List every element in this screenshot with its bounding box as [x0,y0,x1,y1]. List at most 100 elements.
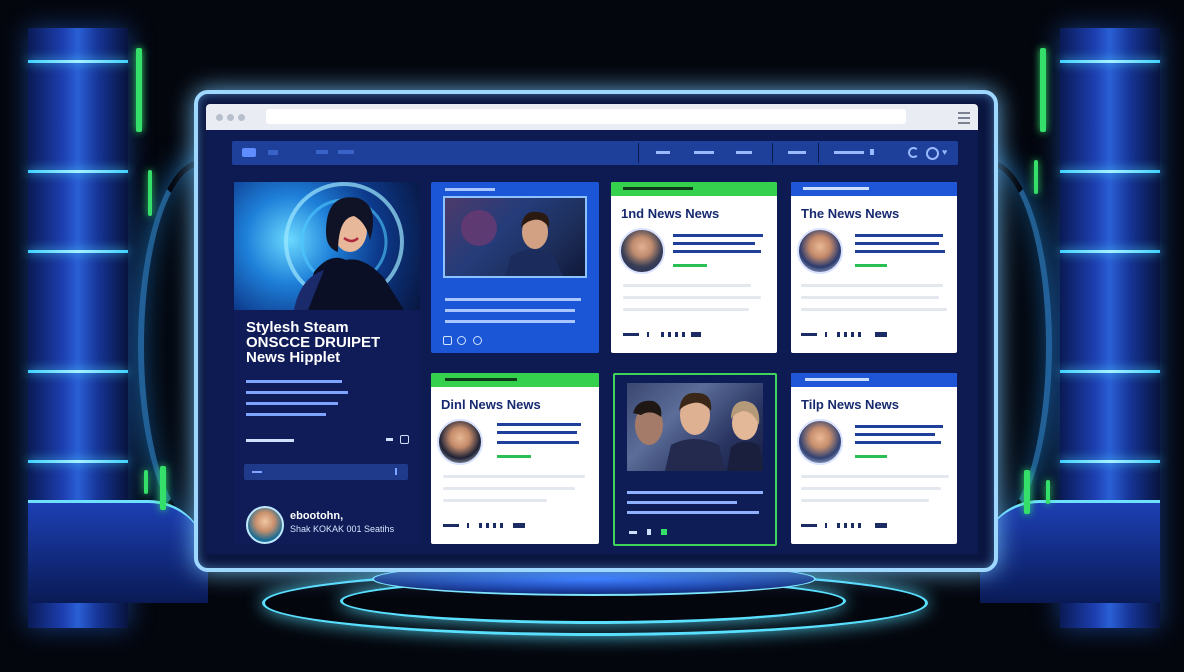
card-footer-meta [479,523,505,528]
card-text-line [855,242,939,245]
share-icon[interactable] [400,435,409,444]
nav-link[interactable] [694,151,714,154]
nav-link[interactable] [834,151,864,154]
share-icon[interactable] [473,336,482,345]
card-category-bar [791,182,957,196]
nav-divider [818,143,819,163]
read-more-link[interactable] [246,439,294,442]
card-footer-meta [825,332,827,337]
hero-title[interactable]: Stylesh Steam ONSCCE DRUIPET News Hipple… [246,320,416,365]
card-text-line [445,320,575,323]
card-text-line [623,284,751,287]
settings-icon[interactable] [926,147,939,160]
card-text-line [623,296,761,299]
card-image [627,383,763,471]
card-text-line [801,475,949,478]
neon-bar [136,48,142,132]
card-footer-meta [875,332,887,337]
card-text-line [801,487,941,490]
nav-link[interactable] [338,150,354,154]
input-text-hint [252,471,262,473]
refresh-icon[interactable] [908,147,919,158]
nav-link[interactable] [316,150,328,154]
hero-text-line [246,391,348,394]
neon-bar [1046,480,1050,504]
nav-link[interactable] [870,149,874,155]
nav-link[interactable] [656,151,670,154]
card-text-line [673,250,761,253]
avatar[interactable] [246,506,284,544]
top-navigation: ♥ [232,141,958,165]
window-dot[interactable] [238,114,245,121]
card-text-line [855,234,943,237]
card-footer-meta [443,524,459,527]
card-tag[interactable] [497,455,531,458]
window-dot[interactable] [216,114,223,121]
pillar-rib [1060,370,1160,373]
card-title[interactable]: The News News [801,206,899,221]
card-text-line [855,441,941,444]
send-icon[interactable] [395,468,402,475]
card-footer-meta [661,529,667,535]
featured-article[interactable]: Stylesh Steam ONSCCE DRUIPET News Hipple… [234,182,420,544]
category-label [805,378,869,381]
card-text-line [627,501,737,504]
nav-link[interactable] [788,151,806,154]
card-text-line [445,298,581,301]
card-footer-meta [513,523,525,528]
card-title[interactable]: Dinl News News [441,397,541,412]
hero-text-line [246,402,338,405]
card-tag[interactable] [673,264,707,267]
card-title[interactable]: Tilp News News [801,397,899,412]
heart-icon[interactable]: ♥ [942,148,947,157]
site-logo[interactable] [242,148,256,157]
card-footer-meta [623,333,639,336]
nav-link[interactable] [268,150,278,155]
card-tag[interactable] [855,264,887,267]
card-tag[interactable] [855,455,887,458]
window-dot[interactable] [227,114,234,121]
news-card[interactable] [431,182,599,353]
card-text-line [497,423,581,426]
card-text-line [855,250,945,253]
card-footer-meta [691,332,701,337]
card-text-line [445,309,575,312]
search-input[interactable] [244,464,408,480]
browser-chrome [206,104,978,130]
nav-link[interactable] [736,151,752,154]
pillar-rib [28,370,128,373]
avatar [437,419,483,465]
news-card[interactable]: Dinl News News [431,373,599,544]
card-text-line [623,308,749,311]
avatar [619,228,665,274]
card-title[interactable]: 1nd News News [621,206,719,221]
bookmark-icon[interactable] [443,336,452,345]
news-card[interactable] [613,373,777,546]
card-category-bar [431,373,599,387]
neon-bar [1034,160,1038,194]
card-footer-meta [837,332,863,337]
hero-text-line [246,380,342,383]
hero-title-line: ONSCCE DRUIPET [246,334,381,351]
card-footer-meta [467,523,469,528]
card-text-line [443,499,547,502]
card-text-line [627,491,763,494]
address-bar[interactable] [266,109,906,124]
news-card[interactable]: Tilp News News [791,373,957,544]
card-text-line [855,433,935,436]
card-footer-meta [801,524,817,527]
card-label [445,188,495,191]
pillar-rib [1060,170,1160,173]
news-card[interactable]: The News News [791,182,957,353]
news-card[interactable]: 1nd News News [611,182,777,353]
card-category-bar [611,182,777,196]
card-text-line [801,308,947,311]
card-footer-meta [875,523,887,528]
card-text-line [627,511,759,514]
hamburger-icon[interactable] [958,112,970,127]
card-text-line [673,242,755,245]
comment-icon[interactable] [457,336,466,345]
pillar-rib [28,460,128,463]
card-text-line [801,499,929,502]
card-text-line [801,284,943,287]
